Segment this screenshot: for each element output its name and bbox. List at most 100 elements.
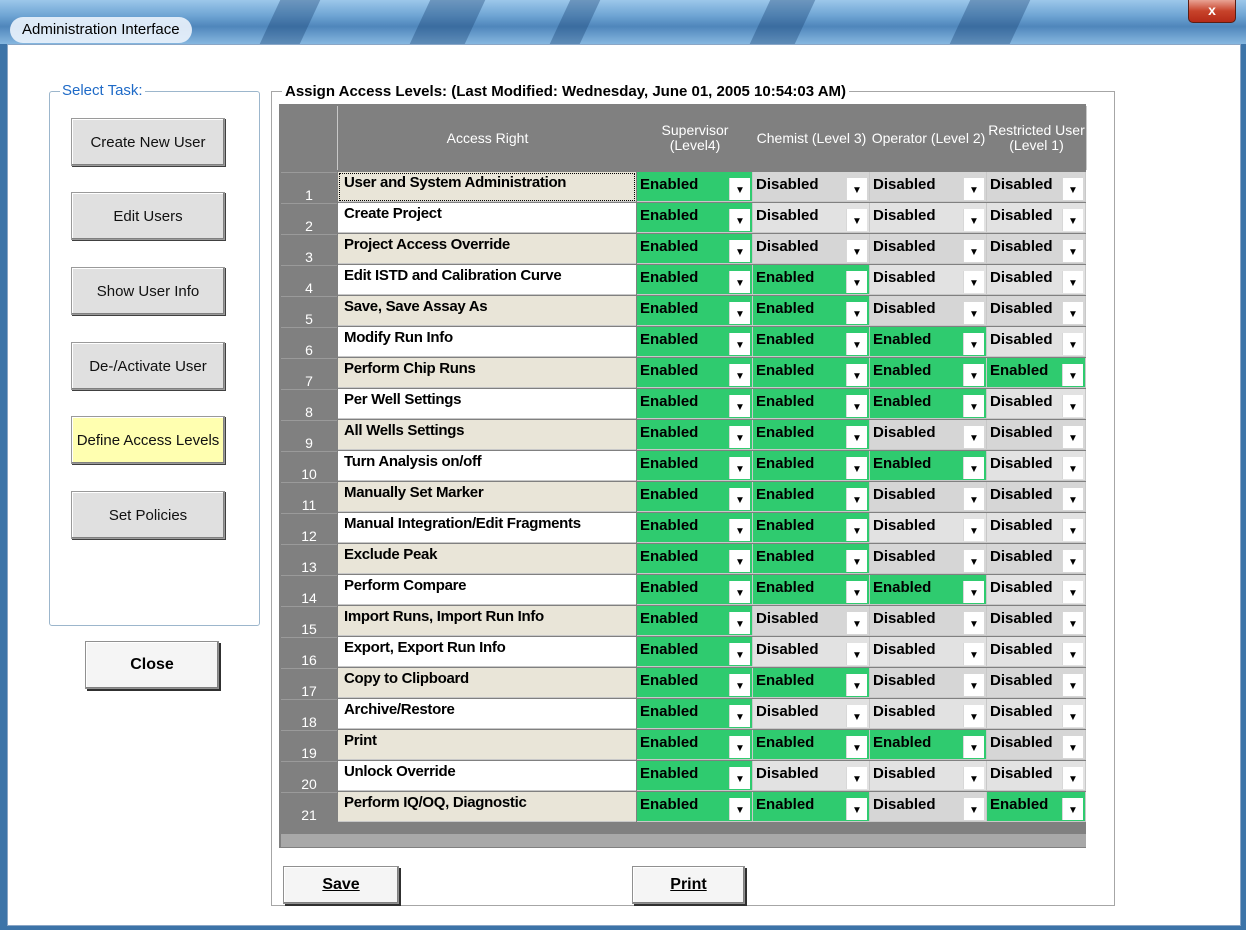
dropdown-arrow-icon[interactable]: ▼: [1062, 736, 1083, 758]
dropdown-arrow-icon[interactable]: ▼: [729, 240, 750, 262]
access-level-dropdown[interactable]: Enabled ▼: [637, 544, 753, 574]
access-right-label[interactable]: Copy to Clipboard: [338, 668, 636, 698]
column-header-2[interactable]: Supervisor (Level4): [637, 106, 754, 170]
access-level-dropdown[interactable]: Enabled ▼: [753, 792, 870, 822]
access-level-dropdown[interactable]: Enabled ▼: [637, 451, 753, 481]
dropdown-arrow-icon[interactable]: ▼: [846, 519, 867, 541]
access-right-label[interactable]: Save, Save Assay As: [338, 296, 636, 326]
column-header-5[interactable]: Restricted User (Level 1): [987, 106, 1087, 170]
task-button-1[interactable]: Create New User: [71, 118, 225, 166]
task-button-2[interactable]: Edit Users: [71, 192, 225, 240]
dropdown-arrow-icon[interactable]: ▼: [846, 612, 867, 634]
dropdown-arrow-icon[interactable]: ▼: [846, 550, 867, 572]
dropdown-arrow-icon[interactable]: ▼: [846, 333, 867, 355]
access-level-dropdown[interactable]: Disabled ▼: [870, 761, 987, 791]
access-level-dropdown[interactable]: Disabled ▼: [987, 203, 1086, 233]
access-level-dropdown[interactable]: Disabled ▼: [987, 730, 1086, 760]
dropdown-arrow-icon[interactable]: ▼: [1062, 364, 1083, 386]
dropdown-arrow-icon[interactable]: ▼: [1062, 798, 1083, 820]
access-level-dropdown[interactable]: Disabled ▼: [870, 637, 987, 667]
access-level-dropdown[interactable]: Disabled ▼: [870, 296, 987, 326]
dropdown-arrow-icon[interactable]: ▼: [963, 240, 984, 262]
dropdown-arrow-icon[interactable]: ▼: [729, 767, 750, 789]
access-level-dropdown[interactable]: Enabled ▼: [637, 637, 753, 667]
access-level-dropdown[interactable]: Enabled ▼: [637, 203, 753, 233]
dropdown-arrow-icon[interactable]: ▼: [729, 519, 750, 541]
access-level-dropdown[interactable]: Disabled ▼: [870, 172, 987, 202]
access-right-label[interactable]: All Wells Settings: [338, 420, 636, 450]
dropdown-arrow-icon[interactable]: ▼: [729, 426, 750, 448]
access-right-label[interactable]: Perform Chip Runs: [338, 358, 636, 388]
access-right-label[interactable]: Archive/Restore: [338, 699, 636, 729]
access-level-dropdown[interactable]: Enabled ▼: [637, 296, 753, 326]
access-right-label[interactable]: Modify Run Info: [338, 327, 636, 357]
dropdown-arrow-icon[interactable]: ▼: [846, 426, 867, 448]
access-level-dropdown[interactable]: Disabled ▼: [870, 606, 987, 636]
access-level-dropdown[interactable]: Disabled ▼: [870, 699, 987, 729]
access-right-label[interactable]: Perform Compare: [338, 575, 636, 605]
access-level-dropdown[interactable]: Disabled ▼: [987, 637, 1086, 667]
access-level-dropdown[interactable]: Enabled ▼: [753, 420, 870, 450]
access-level-dropdown[interactable]: Disabled ▼: [753, 172, 870, 202]
grid-horizontal-scrollbar[interactable]: [281, 834, 1086, 847]
access-level-dropdown[interactable]: Disabled ▼: [987, 234, 1086, 264]
dropdown-arrow-icon[interactable]: ▼: [846, 240, 867, 262]
access-level-dropdown[interactable]: Enabled ▼: [753, 513, 870, 543]
access-level-dropdown[interactable]: Enabled ▼: [637, 389, 753, 419]
dropdown-arrow-icon[interactable]: ▼: [729, 209, 750, 231]
access-right-label[interactable]: User and System Administration: [338, 172, 636, 202]
dropdown-arrow-icon[interactable]: ▼: [1062, 209, 1083, 231]
dropdown-arrow-icon[interactable]: ▼: [1062, 395, 1083, 417]
access-level-dropdown[interactable]: Enabled ▼: [870, 327, 987, 357]
dropdown-arrow-icon[interactable]: ▼: [729, 364, 750, 386]
dropdown-arrow-icon[interactable]: ▼: [1062, 457, 1083, 479]
dropdown-arrow-icon[interactable]: ▼: [1062, 519, 1083, 541]
access-level-dropdown[interactable]: Enabled ▼: [637, 761, 753, 791]
access-level-dropdown[interactable]: Disabled ▼: [870, 668, 987, 698]
access-level-dropdown[interactable]: Disabled ▼: [753, 606, 870, 636]
dropdown-arrow-icon[interactable]: ▼: [729, 178, 750, 200]
access-level-dropdown[interactable]: Disabled ▼: [870, 544, 987, 574]
dropdown-arrow-icon[interactable]: ▼: [1062, 612, 1083, 634]
column-header-3[interactable]: Chemist (Level 3): [753, 106, 871, 170]
access-right-label[interactable]: Manually Set Marker: [338, 482, 636, 512]
dropdown-arrow-icon[interactable]: ▼: [846, 395, 867, 417]
access-level-dropdown[interactable]: Enabled ▼: [753, 730, 870, 760]
access-right-label[interactable]: Import Runs, Import Run Info: [338, 606, 636, 636]
task-button-3[interactable]: Show User Info: [71, 267, 225, 315]
dropdown-arrow-icon[interactable]: ▼: [846, 209, 867, 231]
dropdown-arrow-icon[interactable]: ▼: [963, 767, 984, 789]
access-level-dropdown[interactable]: Disabled ▼: [987, 327, 1086, 357]
dropdown-arrow-icon[interactable]: ▼: [729, 488, 750, 510]
access-level-dropdown[interactable]: Enabled ▼: [753, 265, 870, 295]
dropdown-arrow-icon[interactable]: ▼: [1062, 705, 1083, 727]
save-button[interactable]: Save: [283, 866, 399, 904]
dropdown-arrow-icon[interactable]: ▼: [846, 271, 867, 293]
access-level-dropdown[interactable]: Enabled ▼: [637, 699, 753, 729]
access-level-dropdown[interactable]: Enabled ▼: [637, 792, 753, 822]
access-level-dropdown[interactable]: Enabled ▼: [753, 389, 870, 419]
access-level-dropdown[interactable]: Disabled ▼: [987, 420, 1086, 450]
access-level-dropdown[interactable]: Disabled ▼: [753, 234, 870, 264]
access-level-dropdown[interactable]: Disabled ▼: [753, 699, 870, 729]
dropdown-arrow-icon[interactable]: ▼: [963, 457, 984, 479]
dropdown-arrow-icon[interactable]: ▼: [963, 364, 984, 386]
dropdown-arrow-icon[interactable]: ▼: [963, 705, 984, 727]
access-level-dropdown[interactable]: Enabled ▼: [987, 792, 1086, 822]
access-level-dropdown[interactable]: Enabled ▼: [870, 451, 987, 481]
dropdown-arrow-icon[interactable]: ▼: [963, 612, 984, 634]
access-level-dropdown[interactable]: Enabled ▼: [870, 730, 987, 760]
access-level-dropdown[interactable]: Enabled ▼: [637, 327, 753, 357]
access-level-dropdown[interactable]: Enabled ▼: [637, 482, 753, 512]
access-level-dropdown[interactable]: Disabled ▼: [987, 451, 1086, 481]
task-button-4[interactable]: De-/Activate User: [71, 342, 225, 390]
dropdown-arrow-icon[interactable]: ▼: [846, 178, 867, 200]
access-right-label[interactable]: Create Project: [338, 203, 636, 233]
access-level-dropdown[interactable]: Enabled ▼: [753, 575, 870, 605]
dropdown-arrow-icon[interactable]: ▼: [729, 302, 750, 324]
dropdown-arrow-icon[interactable]: ▼: [963, 426, 984, 448]
access-level-dropdown[interactable]: Enabled ▼: [637, 265, 753, 295]
access-right-label[interactable]: Perform IQ/OQ, Diagnostic: [338, 792, 636, 822]
dropdown-arrow-icon[interactable]: ▼: [729, 581, 750, 603]
access-right-label[interactable]: Turn Analysis on/off: [338, 451, 636, 481]
